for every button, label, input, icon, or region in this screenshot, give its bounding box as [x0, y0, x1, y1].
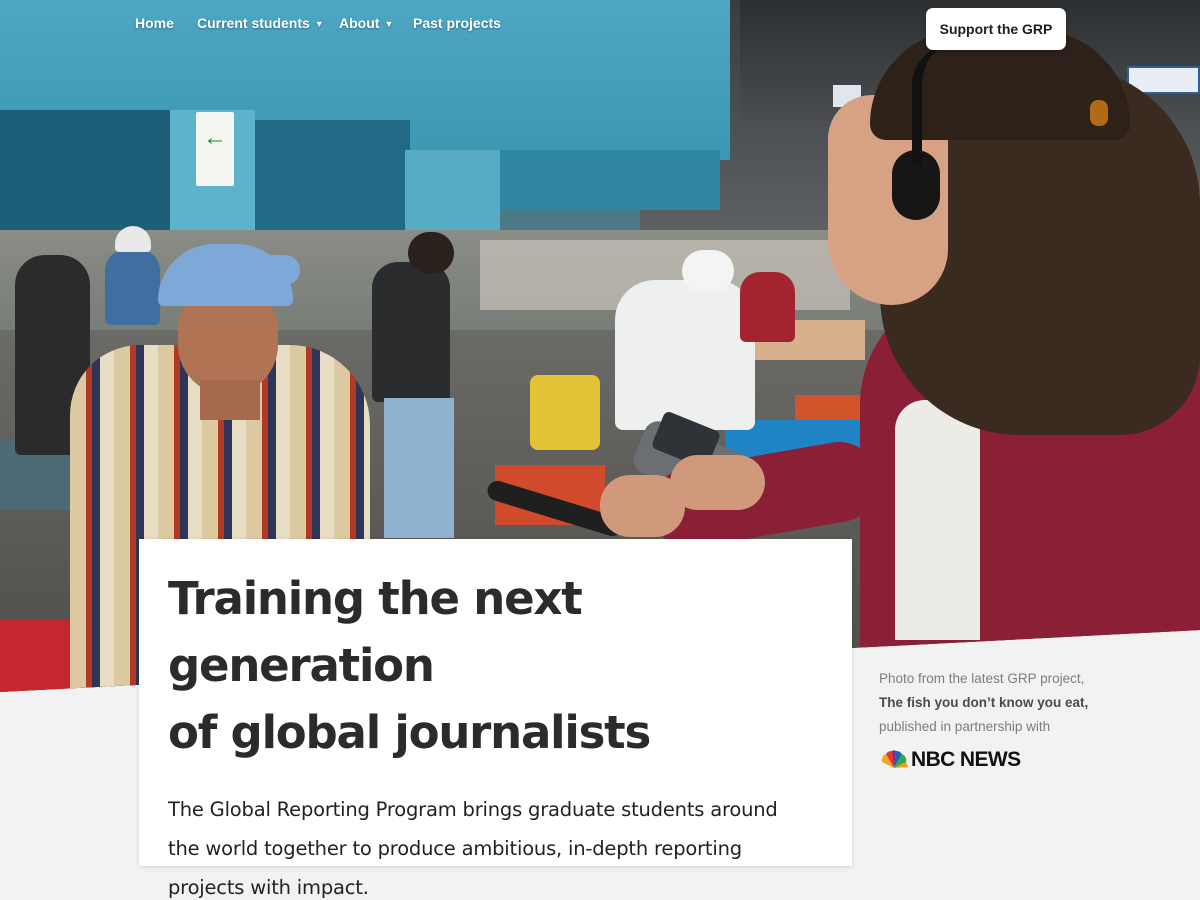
- photo-caption: Photo from the latest GRP project, The f…: [879, 667, 1179, 739]
- nav-current-students-link[interactable]: Current students ▼: [197, 15, 324, 31]
- nbc-news-logo[interactable]: NBC NEWS: [879, 748, 1021, 772]
- nav-about-label: About: [339, 15, 380, 31]
- nav-current-students-label: Current students: [197, 15, 310, 31]
- page-title-line-1: Training the next generation: [168, 572, 583, 692]
- nav-past-projects-label: Past projects: [413, 15, 501, 31]
- headline-card: Training the next generation of global j…: [139, 539, 852, 899]
- chevron-down-icon: ▼: [384, 19, 394, 29]
- nav-home-label: Home: [135, 15, 174, 31]
- page-title: Training the next generation of global j…: [168, 565, 822, 766]
- program-description: The Global Reporting Program brings grad…: [168, 798, 778, 899]
- caption-project-link[interactable]: The fish you don’t know you eat,: [879, 691, 1179, 715]
- support-grp-button[interactable]: Support the GRP: [926, 8, 1066, 50]
- nav-past-projects-link[interactable]: Past projects: [413, 15, 501, 31]
- chevron-down-icon: ▼: [314, 19, 324, 29]
- page-title-line-2: of global journalists: [168, 706, 651, 759]
- caption-line-1: Photo from the latest GRP project,: [879, 671, 1085, 686]
- nbc-peacock-icon: [881, 750, 908, 768]
- nbc-news-logo-text: NBC NEWS: [911, 748, 1021, 771]
- nav-home-link[interactable]: Home: [135, 15, 174, 31]
- nav-about-link[interactable]: About ▼: [339, 15, 393, 31]
- page: ← Home Current students ▼ About ▼ Past p…: [0, 0, 1200, 900]
- caption-line-3: published in partnership with: [879, 719, 1051, 734]
- top-navigation: Home Current students ▼ About ▼ Past proje…: [0, 0, 1200, 50]
